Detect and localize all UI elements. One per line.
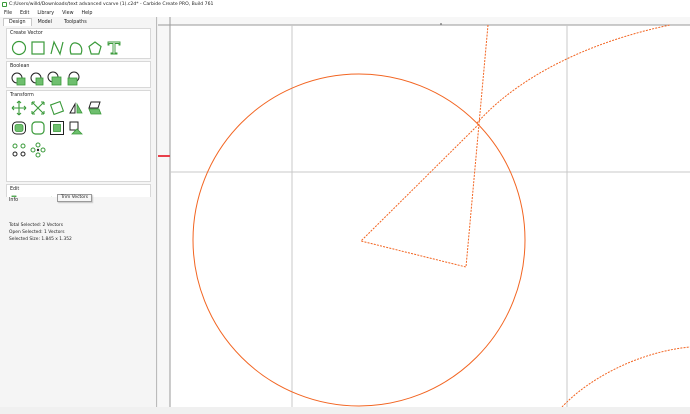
menu-library[interactable]: Library — [37, 11, 54, 16]
boolean-title: Boolean — [10, 64, 30, 69]
union-icon[interactable] — [11, 71, 27, 87]
menu-help[interactable]: Help — [82, 11, 93, 16]
vector-circle[interactable] — [192, 73, 526, 407]
edit-title: Edit — [10, 187, 20, 192]
top-ruler[interactable] — [158, 17, 690, 25]
pattern-icon[interactable] — [30, 142, 46, 158]
sidebar-tabs: Design Model Toolpaths — [0, 17, 156, 26]
create-vector-panel: Create Vector — [6, 28, 151, 59]
subtract-icon[interactable] — [29, 71, 45, 87]
fillet-icon[interactable] — [30, 120, 46, 136]
info-selected-size: Selected Size: 1.845 x 1.352 — [9, 237, 72, 242]
weld-icon[interactable] — [65, 71, 81, 87]
canvas-svg[interactable] — [158, 17, 690, 408]
tab-model[interactable]: Model — [32, 18, 58, 26]
circular-array-icon[interactable] — [11, 142, 27, 158]
vector-arc-lower[interactable] — [561, 346, 690, 408]
left-ruler[interactable] — [158, 17, 170, 407]
tab-design[interactable]: Design — [3, 18, 32, 26]
skew-icon[interactable] — [87, 100, 103, 116]
transform-title: Transform — [10, 93, 34, 98]
info-title: Info — [9, 198, 19, 203]
tab-toolpaths[interactable]: Toolpaths — [58, 18, 93, 26]
intersect-icon[interactable] — [47, 71, 63, 87]
menu-bar: File Edit Library View Help — [0, 9, 690, 17]
offset-icon[interactable] — [11, 120, 27, 136]
boolean-panel: Boolean — [6, 61, 151, 88]
trim-vectors-tooltip: Trim Vectors — [57, 194, 93, 202]
create-vector-title: Create Vector — [10, 31, 43, 36]
array-icon[interactable] — [68, 120, 84, 136]
curve-icon[interactable] — [68, 40, 84, 56]
rotate-icon[interactable] — [49, 100, 65, 116]
design-canvas[interactable] — [158, 17, 690, 408]
circle-icon[interactable] — [11, 40, 27, 56]
polyline-icon[interactable] — [49, 40, 65, 56]
design-sidebar: Design Model Toolpaths Create Vector Boo… — [0, 17, 157, 407]
info-total-selected: Total Selected: 2 Vectors — [9, 223, 64, 228]
title-bar: C:/Users/willd/Downloads/text advanced v… — [0, 0, 690, 9]
scale-icon[interactable] — [30, 100, 46, 116]
menu-file[interactable]: File — [4, 11, 12, 16]
move-icon[interactable] — [11, 100, 27, 116]
status-bar — [0, 407, 690, 414]
menu-view[interactable]: View — [62, 11, 73, 16]
info-panel: Info Total Selected: 2 Vectors Open Sele… — [6, 197, 151, 246]
app-icon — [2, 2, 7, 7]
menu-edit[interactable]: Edit — [20, 11, 29, 16]
polygon-icon[interactable] — [87, 40, 103, 56]
mirror-icon[interactable] — [68, 100, 84, 116]
align-icon[interactable] — [49, 120, 65, 136]
vector-arc-upper[interactable] — [476, 24, 671, 124]
info-open-selected: Open Selected: 1 Vectors — [9, 230, 65, 235]
vector-wedge[interactable] — [360, 24, 489, 268]
window-title: C:/Users/willd/Downloads/text advanced v… — [9, 2, 214, 7]
rectangle-icon[interactable] — [30, 40, 46, 56]
text-icon[interactable] — [106, 40, 122, 56]
transform-panel: Transform — [6, 90, 151, 182]
